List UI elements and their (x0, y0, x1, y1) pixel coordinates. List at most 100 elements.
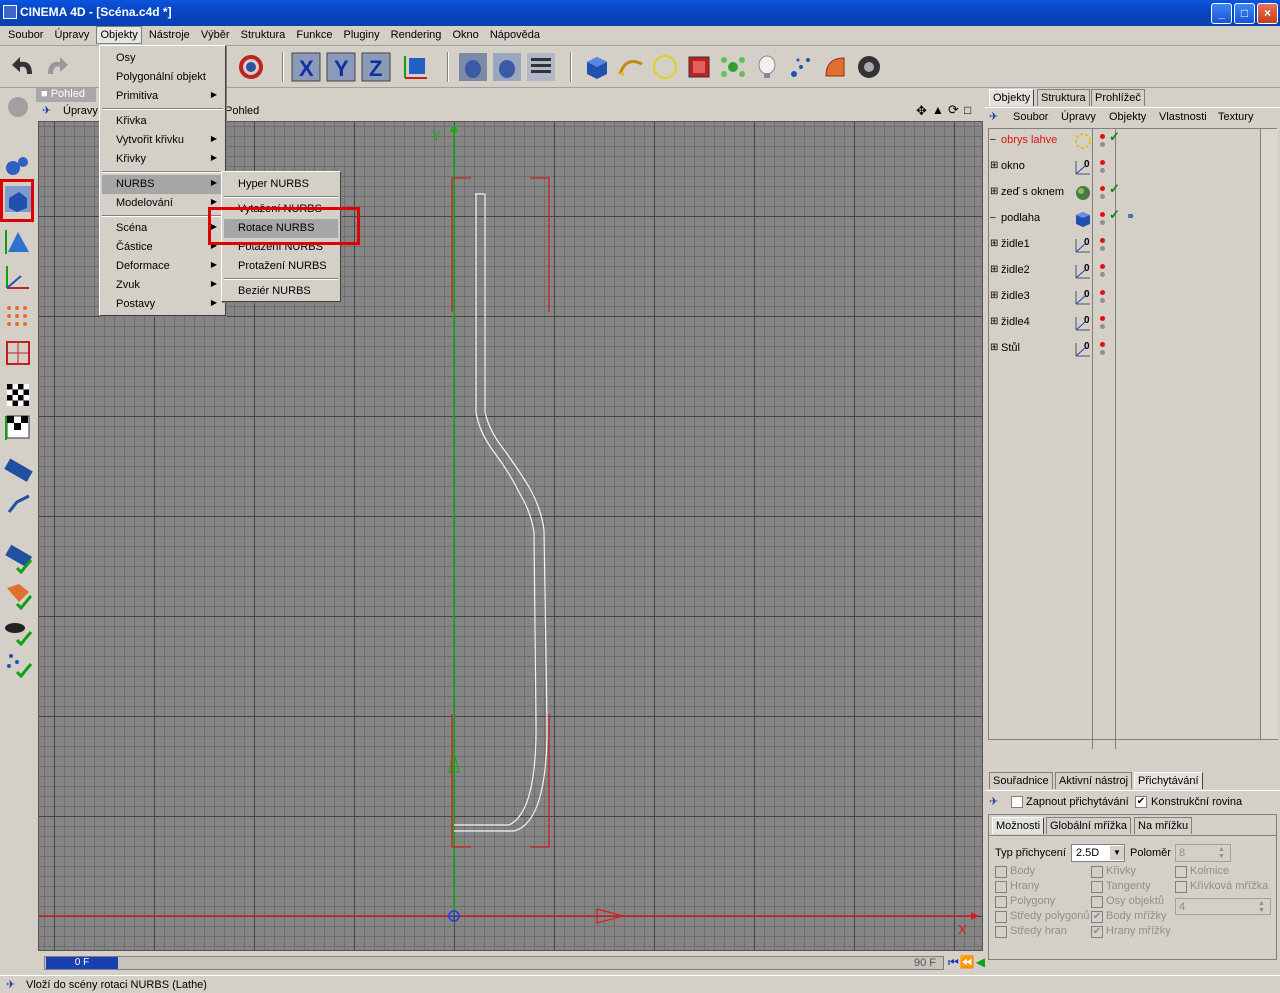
snap-col1-0-checkbox[interactable] (995, 866, 1007, 878)
typ-prichyceni-select[interactable]: 2.5D ▼ (1071, 844, 1125, 862)
object-row-7[interactable]: ⊞ židle4 0 (988, 310, 1277, 336)
tab-souradnice[interactable]: Souřadnice (989, 772, 1053, 789)
menu-objekty[interactable]: Objekty (96, 26, 142, 44)
object-row-4[interactable]: ⊞ židle1 0 (988, 232, 1277, 258)
use-object-tool-icon[interactable] (3, 150, 33, 180)
animate-parameter-icon[interactable] (3, 648, 33, 678)
enabled-check-icon[interactable]: ✓ (1109, 129, 1120, 145)
konstrukcni-rovina-checkbox[interactable]: ✔ (1135, 796, 1147, 808)
prev-key-icon[interactable]: ⏪ (960, 955, 976, 969)
object-name[interactable]: obrys lahve (1001, 134, 1057, 146)
menu-item-nurbs[interactable]: NURBS ▶ (102, 175, 223, 194)
object-row-6[interactable]: ⊞ židle3 0 (988, 284, 1277, 310)
viewport-menu-upravy[interactable]: Úpravy (63, 105, 98, 117)
snap-col2-3-checkbox[interactable]: ✔ (1091, 911, 1103, 923)
object-row-3[interactable]: – podlaha ✓ ⚭ (988, 206, 1277, 232)
tab-moznosti[interactable]: Možnosti (992, 817, 1045, 834)
texture-mode-icon[interactable] (3, 338, 33, 368)
snap-col1-3-checkbox[interactable] (995, 911, 1007, 923)
menu-item-zvuk[interactable]: Zvuk ▶ (102, 276, 223, 295)
menu-pluginy[interactable]: Pluginy (340, 26, 384, 44)
object-name[interactable]: židle1 (1001, 238, 1030, 250)
tab-prohlizec[interactable]: Prohlížeč (1091, 89, 1145, 106)
animation-mode-icon[interactable] (3, 456, 33, 486)
checker-texture-icon[interactable] (3, 380, 33, 410)
hypernurbs-icon[interactable] (684, 52, 714, 82)
tab-globalni-mrizka[interactable]: Globální mřížka (1046, 817, 1132, 834)
tab-objekty[interactable]: Objekty (989, 89, 1035, 106)
goto-start-icon[interactable]: ⏮ (948, 955, 960, 969)
timeline-slider[interactable] (44, 956, 944, 970)
close-button[interactable]: × (1257, 3, 1278, 24)
snap-col3-1-checkbox[interactable] (1175, 881, 1187, 893)
obj-menu-vlastnosti[interactable]: Vlastnosti (1159, 111, 1207, 123)
expand-icon[interactable]: ⊞ (990, 186, 998, 197)
maximize-button[interactable]: □ (1234, 3, 1255, 24)
snap-col2-1-checkbox[interactable] (1091, 881, 1103, 893)
snap-col2-4-checkbox[interactable]: ✔ (1091, 926, 1103, 938)
viewport-rotate-icon[interactable]: ⟳ (948, 102, 959, 118)
rotate-tool-icon[interactable] (236, 52, 266, 82)
animate-rotation-icon[interactable] (3, 616, 33, 646)
texture-tag-icon[interactable]: ⚭ (1126, 210, 1135, 223)
visibility-dots[interactable] (1100, 260, 1108, 280)
edges-mode-icon[interactable] (3, 262, 33, 292)
menu-item-bezier-nurbs[interactable]: Beziér NURBS (224, 282, 338, 301)
redo-icon[interactable] (42, 52, 72, 82)
snap-col3-0-checkbox[interactable] (1175, 866, 1187, 878)
tab-struktura[interactable]: Struktura (1037, 89, 1090, 106)
snap-extra-input[interactable]: 4 ▲ ▼ (1175, 898, 1271, 915)
z-axis-lock-icon[interactable]: Z (361, 52, 391, 82)
snap-col1-2-checkbox[interactable] (995, 896, 1007, 908)
menu-napoveda[interactable]: Nápověda (486, 26, 544, 44)
expand-icon[interactable]: ⊞ (990, 264, 998, 275)
obj-menu-upravy[interactable]: Úpravy (1061, 111, 1096, 123)
visibility-dots[interactable] (1100, 182, 1108, 202)
viewport-move-icon[interactable]: ✥ (916, 103, 927, 119)
object-name[interactable]: Stůl (1001, 342, 1020, 354)
polygons-mode-icon[interactable] (3, 302, 33, 332)
animation-check-icon[interactable] (3, 490, 33, 520)
menu-item-scena[interactable]: Scéna ▶ (102, 219, 223, 238)
object-name[interactable]: zeď s oknem (1001, 186, 1064, 198)
menu-item-postavy[interactable]: Postavy ▶ (102, 295, 223, 314)
objects-manager-icon[interactable]: ✈ (989, 110, 998, 123)
snap-col1-4-checkbox[interactable] (995, 926, 1007, 938)
visibility-dots[interactable] (1100, 286, 1108, 306)
expand-icon[interactable]: ⊞ (990, 238, 998, 249)
menu-okno[interactable]: Okno (448, 26, 482, 44)
menu-struktura[interactable]: Struktura (237, 26, 290, 44)
menu-item-hyper-nurbs[interactable]: Hyper NURBS (224, 175, 338, 194)
object-row-1[interactable]: ⊞ okno 0 (988, 154, 1277, 180)
visibility-dots[interactable] (1100, 312, 1108, 332)
menu-soubor[interactable]: Soubor (4, 26, 47, 44)
menu-item-vytvorit-krivku[interactable]: Vytvořit křivku ▶ (102, 131, 223, 150)
use-model-tool-icon[interactable] (3, 92, 33, 122)
visibility-dots[interactable] (1100, 130, 1108, 150)
polomer-input[interactable]: 8 ▲ ▼ (1175, 844, 1231, 862)
tab-prichytavani[interactable]: Přichytávání (1134, 772, 1203, 789)
zapnout-prichytavani-checkbox[interactable] (1011, 796, 1023, 808)
obj-menu-textury[interactable]: Textury (1218, 111, 1253, 123)
spline-pen-icon[interactable] (616, 52, 646, 82)
render-region-icon[interactable] (492, 52, 522, 82)
expand-icon[interactable]: ⊞ (990, 316, 998, 327)
menu-item-polygonalni-objekt[interactable]: Polygonální objekt (102, 68, 223, 87)
object-row-5[interactable]: ⊞ židle2 0 (988, 258, 1277, 284)
viewport-maximize-icon[interactable]: □ (964, 103, 971, 117)
y-axis-lock-icon[interactable]: Y (326, 52, 356, 82)
deformer-icon[interactable] (820, 52, 850, 82)
menu-upravy[interactable]: Úpravy (51, 26, 94, 44)
x-axis-lock-icon[interactable]: X (291, 52, 321, 82)
coordinate-system-icon[interactable] (401, 52, 431, 82)
current-frame[interactable]: 0 F (46, 957, 118, 969)
menu-vyber[interactable]: Výběr (197, 26, 234, 44)
animate-scale-icon[interactable] (3, 580, 33, 610)
menu-nastroje[interactable]: Nástroje (145, 26, 194, 44)
object-row-2[interactable]: ⊞ zeď s oknem ✓ (988, 180, 1277, 206)
menu-item-krivky[interactable]: Křivky ▶ (102, 150, 223, 169)
object-mode-icon[interactable] (3, 184, 33, 214)
object-name[interactable]: židle2 (1001, 264, 1030, 276)
menu-item-deformace[interactable]: Deformace ▶ (102, 257, 223, 276)
viewport-menu-pohled[interactable]: Pohled (225, 105, 259, 117)
